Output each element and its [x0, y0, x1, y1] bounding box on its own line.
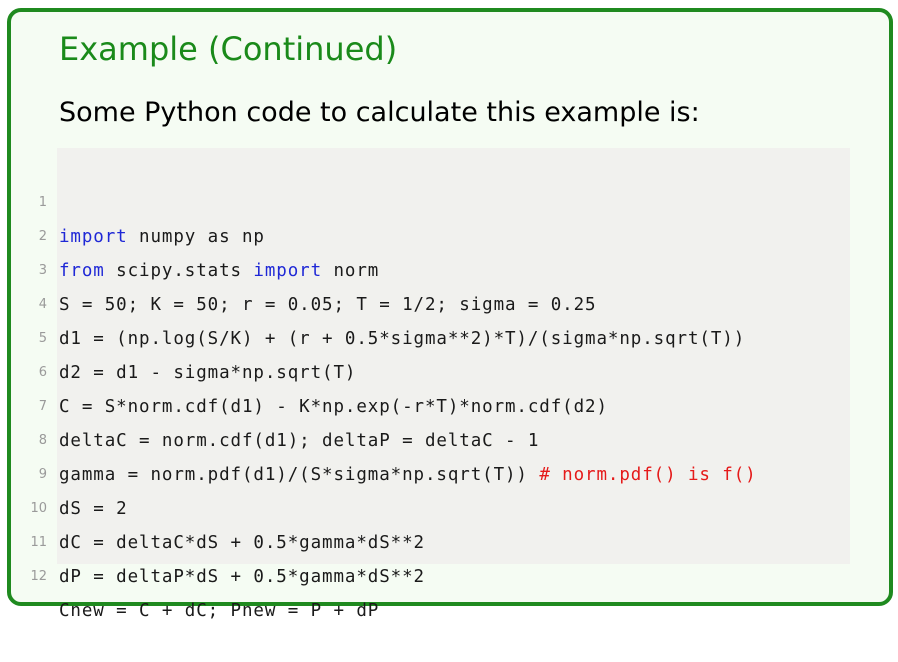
line-number: 3	[38, 263, 47, 278]
code-line: 7 deltaC = norm.cdf(d1); deltaP = deltaC…	[39, 356, 898, 451]
code-line: 8 gamma = norm.pdf(d1)/(S*sigma*np.sqrt(…	[39, 390, 898, 485]
line-number: 9	[38, 467, 47, 482]
code-line: 1 import numpy as np	[39, 152, 898, 247]
slide-intro-text: Some Python code to calculate this examp…	[59, 97, 700, 128]
line-number: 8	[38, 433, 47, 448]
line-number: 2	[38, 229, 47, 244]
line-number: 5	[38, 331, 47, 346]
code-line: 9 dS = 2	[39, 424, 898, 519]
example-slide-frame: Example (Continued) Some Python code to …	[7, 8, 893, 621]
code-line: 4 d1 = (np.log(S/K) + (r + 0.5*sigma**2)…	[39, 254, 898, 349]
line-number: 10	[30, 501, 47, 516]
code-line: 11 dP = deltaP*dS + 0.5*gamma*dS**2	[30, 492, 898, 587]
python-code-block: 1 import numpy as np 2 from scipy.stats …	[30, 148, 850, 621]
line-number: 1	[38, 195, 47, 210]
line-number: 11	[30, 535, 47, 550]
line-number: 4	[38, 297, 47, 312]
code-line: 2 from scipy.stats import norm	[39, 186, 898, 281]
code-line: 5 d2 = d1 - sigma*np.sqrt(T)	[39, 288, 898, 383]
slide-title: Example (Continued)	[59, 30, 398, 68]
code-line: 3 S = 50; K = 50; r = 0.05; T = 1/2; sig…	[39, 220, 898, 315]
code-line: 6 C = S*norm.cdf(d1) - K*np.exp(-r*T)*no…	[39, 322, 898, 417]
line-number: 12	[30, 569, 47, 584]
line-number: 6	[38, 365, 47, 380]
code-text: dP = deltaP*dS + 0.5*gamma*dS**2	[59, 567, 425, 587]
code-text: Cnew = C + dC; Pnew = P + dP	[59, 601, 380, 621]
code-line: 12 Cnew = C + dC; Pnew = P + dP	[30, 526, 898, 621]
code-line: 10 dC = deltaC*dS + 0.5*gamma*dS**2	[30, 458, 898, 553]
line-number: 7	[38, 399, 47, 414]
